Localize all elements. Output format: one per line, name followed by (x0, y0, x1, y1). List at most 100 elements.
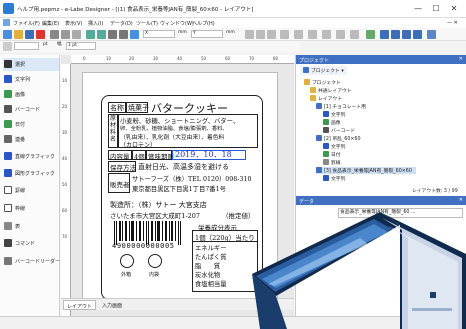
tree-item-text[interactable]: 文字列 (323, 143, 345, 150)
rotate-icon[interactable] (119, 30, 128, 39)
nutrition-row: たんぱく質 (195, 254, 227, 261)
tool-date[interactable]: 日付 (3, 118, 59, 131)
menu-insert[interactable]: 挿入(I) (88, 20, 103, 27)
font-size-field[interactable] (14, 42, 39, 50)
tool-barcode-reader[interactable]: バーコードリーダー (3, 255, 60, 268)
tree-item-text[interactable]: 文字列 (323, 111, 345, 118)
tab-layout[interactable]: レイアウト (63, 300, 97, 310)
cut-icon[interactable] (50, 30, 59, 39)
align-right-icon[interactable] (267, 30, 276, 39)
maker-address[interactable]: さいたま市大宮区大成町1-207 (110, 210, 200, 220)
tree-item-image[interactable]: 画像 (323, 119, 341, 126)
ingredients-key[interactable]: 原材料名 (108, 114, 118, 148)
minimize-button[interactable]: — (411, 3, 425, 14)
maker-line[interactable]: 製造所：（株）サトー 大宮支店 (110, 200, 207, 210)
zoom-fit-icon[interactable] (402, 30, 411, 39)
undo-icon[interactable] (86, 30, 95, 39)
tool-line-graphic[interactable]: 直線グラフィック (3, 150, 59, 163)
recycle-plastic-icon[interactable] (148, 254, 162, 268)
tool-frame[interactable]: 枠線 (3, 202, 59, 215)
front-icon[interactable] (322, 30, 331, 39)
storage-key[interactable]: 保存方法 (108, 161, 136, 172)
main-toolbar: X mm Y mm (0, 28, 466, 41)
tool-serial[interactable]: 連番 (3, 133, 59, 146)
maximize-button[interactable]: ☐ (429, 3, 443, 14)
tree-layout-3-selected[interactable]: [3] 食品表示_栄養等JAN有_簡裂_60×60 (316, 167, 416, 174)
seller-key[interactable]: 販売者 (108, 173, 130, 193)
expiry-key[interactable]: 賞味期限 (146, 150, 174, 161)
tool-rule[interactable]: 罫線 (3, 184, 59, 197)
tool-select[interactable]: 選択 (3, 58, 59, 71)
expiry-value[interactable]: 2019．10．18 (172, 150, 246, 160)
project-panel-header: プロジェクト ✕ (296, 55, 466, 64)
tree-item-date[interactable]: 日付 (323, 151, 341, 158)
line-width-field[interactable]: 1 pt (66, 42, 96, 50)
lock-icon[interactable] (350, 30, 359, 39)
ingredients-line: （カロテン） (120, 142, 157, 149)
distribute-icon[interactable] (280, 30, 289, 39)
image-icon (4, 90, 12, 98)
mdi-controls[interactable]: — ✕ (447, 20, 458, 26)
ruler-tick: 10 (106, 56, 112, 61)
name-value[interactable]: 焼菓子 (126, 102, 149, 113)
copy-icon[interactable] (61, 30, 70, 39)
ingredients-box[interactable]: 小麦粉、砂糖、ショートニング、バター、 卵、全粉乳、植物油脂、食塩/膨張剤、香料… (118, 114, 258, 149)
paste-icon[interactable] (72, 30, 81, 39)
tree-layout-1[interactable]: [1] チョコレート用 (316, 103, 366, 110)
tool-command[interactable]: コマンド (3, 237, 59, 250)
refresh-icon[interactable] (366, 30, 375, 39)
tool-text[interactable]: 文字列 (3, 73, 59, 86)
tree-item-rule[interactable]: 罫線 (323, 159, 341, 166)
y-field[interactable]: Y (191, 30, 223, 38)
save-icon[interactable] (25, 30, 34, 39)
storage-value[interactable]: 直射日光、高温多湿を避ける (138, 162, 229, 172)
style-icon[interactable] (3, 42, 12, 51)
close-button[interactable]: ✕ (447, 3, 461, 14)
new-icon[interactable] (3, 30, 12, 39)
open-icon[interactable] (14, 30, 23, 39)
menu-data[interactable]: データ(D) (110, 20, 133, 27)
seller-line[interactable]: サトーフーズ（株）TEL 0120）098-310 (132, 174, 251, 183)
menu-tools[interactable]: ツール(T) (136, 20, 158, 27)
tree-common-layout[interactable]: 共通レイアウト (310, 87, 352, 94)
serial-icon (4, 135, 12, 143)
tool-shape-graphic[interactable]: 図形グラフィック (3, 167, 59, 180)
group-icon[interactable] (294, 30, 303, 39)
tree-layout-2[interactable]: [2] 吊乱_60×60 (316, 135, 361, 142)
tool-barcode[interactable]: バーコード (3, 103, 59, 116)
x-field[interactable]: X (143, 30, 175, 38)
zoom-in-icon[interactable] (380, 30, 389, 39)
menu-edit[interactable]: 編集(E) (42, 20, 59, 27)
align-center-icon[interactable] (256, 30, 265, 39)
menu-view[interactable]: 表示(V) (65, 20, 82, 27)
menu-help[interactable]: ヘルプ(H) (192, 20, 215, 27)
print-icon[interactable] (36, 30, 45, 39)
tool-image[interactable]: 画像 (3, 88, 59, 101)
tab-input-screen[interactable]: 入力画面 (99, 300, 125, 310)
menu-window[interactable]: ウィンドウ(W) (160, 20, 194, 27)
project-dropdown[interactable]: プロジェクト ▾ (300, 66, 347, 75)
tool-table[interactable]: 表 (3, 220, 59, 233)
tree-layout[interactable]: レイアウト (310, 95, 342, 102)
content-value[interactable]: 4個 (132, 150, 146, 161)
redo-icon[interactable] (97, 30, 106, 39)
tree-item-barcode[interactable]: バーコード (323, 127, 355, 134)
zoom-out-icon[interactable] (391, 30, 400, 39)
zoom-page-icon[interactable] (413, 30, 422, 39)
tree-project[interactable]: プロジェクト (304, 79, 341, 86)
ruler-tick: 30 (62, 130, 68, 135)
ruler-tick: 80 (273, 56, 279, 61)
tree-item-text[interactable]: 文字列 (323, 175, 345, 182)
menu-file[interactable]: ファイル(F) (13, 20, 40, 27)
delete-icon[interactable] (108, 30, 117, 39)
name-key[interactable]: 名称 (108, 102, 126, 113)
content-key[interactable]: 内容量 (108, 150, 132, 161)
back-icon[interactable] (336, 30, 345, 39)
grid-icon[interactable] (427, 30, 436, 39)
recycle-paper-icon[interactable] (120, 254, 134, 268)
align-left-icon[interactable] (245, 30, 254, 39)
ruler-tick: 40 (62, 156, 68, 161)
ungroup-icon[interactable] (308, 30, 317, 39)
seller-address[interactable]: 東京都目黒区下目黒1丁目7番1号 (132, 184, 226, 193)
align-icon[interactable] (130, 30, 139, 39)
